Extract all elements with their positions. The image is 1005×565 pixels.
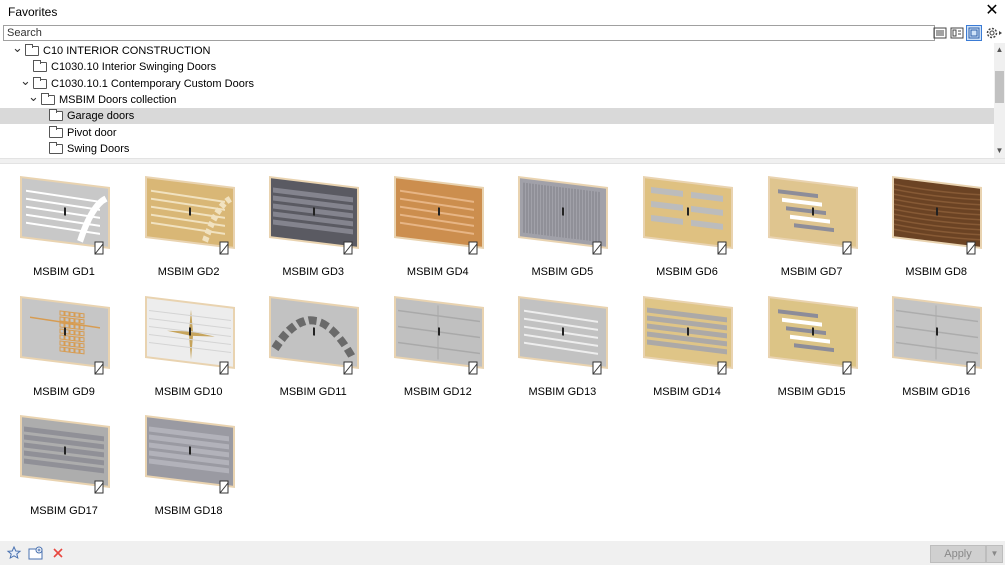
door-item-label: MSBIM GD8 — [905, 266, 968, 278]
door-item[interactable]: MSBIM GD14 — [625, 290, 749, 402]
door-item[interactable]: MSBIM GD5 — [500, 170, 624, 282]
folder-icon — [33, 60, 47, 73]
door-item-label: MSBIM GD11 — [279, 385, 347, 398]
door-preview-image — [874, 170, 998, 255]
door-item[interactable]: MSBIM GD2 — [127, 170, 251, 282]
settings-gear-icon[interactable] — [984, 25, 1004, 41]
detail-view-icon[interactable] — [949, 25, 965, 41]
new-folder-icon[interactable] — [28, 545, 44, 561]
door-preview-image — [750, 170, 874, 255]
folder-tree: ⌄ C10 INTERIOR CONSTRUCTION C1030.10 Inter… — [0, 43, 1005, 158]
tree-row-label: C1030.10.1 Contemporary Custom Doors — [51, 77, 254, 90]
scroll-down-icon[interactable]: ▼ — [994, 146, 1005, 156]
door-item-label: MSBIM GD17 — [30, 505, 98, 517]
search-row — [0, 24, 1005, 42]
door-item-label: MSBIM GD16 — [902, 385, 971, 398]
door-preview-image — [2, 409, 126, 494]
door-item[interactable]: MSBIM GD4 — [376, 170, 500, 282]
preview-view-icon[interactable] — [966, 25, 982, 41]
door-item-label: MSBIM GD6 — [656, 266, 718, 278]
tree-row-label: Swing Doors — [67, 142, 130, 155]
folder-icon — [25, 44, 39, 56]
tree-row-label: MSBIM Doors collection — [59, 93, 177, 106]
tree-row[interactable]: ⌄ C1030.10.1 Contemporary Custom Doors — [0, 74, 994, 92]
door-item[interactable]: MSBIM GD9 — [2, 290, 126, 402]
door-item-label: MSBIM GD14 — [653, 385, 721, 398]
close-icon[interactable]: ✕ — [983, 2, 1001, 20]
tree-row-label: Pivot door — [67, 126, 117, 139]
tree-row[interactable]: C1030.10 Interior Swinging Doors — [0, 59, 994, 75]
window-title: Favorites — [8, 5, 58, 19]
add-favorite-icon[interactable] — [6, 545, 22, 561]
tree-row[interactable]: Garage doors — [0, 108, 994, 125]
door-preview-image — [500, 170, 624, 255]
expand-chevron-icon[interactable]: ⌄ — [28, 90, 39, 108]
tree-row-label: Garage doors — [67, 110, 135, 123]
door-preview-image — [2, 290, 126, 375]
door-item-label: MSBIM GD18 — [154, 505, 223, 517]
door-item-label: MSBIM GD13 — [528, 385, 597, 398]
door-preview-image — [376, 170, 500, 255]
door-item[interactable]: MSBIM GD8 — [874, 170, 998, 282]
search-input[interactable] — [3, 25, 935, 41]
tree-row-label: C1030.10 Interior Swinging Doors — [51, 61, 217, 74]
door-item[interactable]: MSBIM GD16 — [874, 290, 998, 402]
list-view-icon[interactable] — [932, 25, 948, 41]
pane-splitter[interactable] — [0, 158, 1005, 164]
folder-icon — [49, 109, 63, 122]
tree-row[interactable]: ⌄ MSBIM Doors collection — [0, 90, 994, 108]
folder-icon — [41, 92, 55, 105]
door-item-label: MSBIM GD15 — [777, 385, 846, 398]
scroll-up-icon[interactable]: ▲ — [994, 45, 1005, 55]
title-bar: Favorites ✕ — [0, 0, 1005, 22]
door-item-label: MSBIM GD9 — [33, 385, 95, 398]
door-preview-image — [251, 170, 375, 255]
door-item[interactable]: MSBIM GD11 — [251, 290, 375, 402]
door-item-label: MSBIM GD12 — [403, 385, 472, 398]
tree-row[interactable]: Pivot door — [0, 125, 994, 141]
door-item-label: MSBIM GD10 — [154, 385, 223, 398]
door-item[interactable]: MSBIM GD18 — [127, 409, 251, 521]
door-preview-image — [625, 170, 749, 255]
door-preview-image — [500, 290, 624, 375]
door-preview-image — [874, 290, 998, 375]
apply-button[interactable]: Apply — [930, 545, 986, 563]
delete-icon[interactable] — [50, 545, 66, 561]
door-preview-image — [625, 290, 749, 375]
door-item-label: MSBIM GD4 — [406, 266, 469, 278]
door-preview-image — [750, 290, 874, 375]
door-item[interactable]: MSBIM GD12 — [376, 290, 500, 402]
door-item[interactable]: MSBIM GD15 — [750, 290, 874, 402]
folder-icon — [49, 141, 63, 154]
door-item[interactable]: MSBIM GD17 — [2, 409, 126, 521]
door-preview-image — [127, 170, 251, 255]
door-item[interactable]: MSBIM GD13 — [500, 290, 624, 402]
bottom-toolbar: Apply ▼ — [0, 541, 1005, 565]
folder-icon — [49, 125, 63, 138]
door-item-label: MSBIM GD7 — [780, 266, 843, 278]
door-item[interactable]: MSBIM GD1 — [2, 170, 126, 282]
door-preview-image — [376, 290, 500, 375]
scrollbar-thumb[interactable] — [995, 71, 1004, 103]
door-item-label: MSBIM GD3 — [282, 266, 345, 278]
door-item[interactable]: MSBIM GD7 — [750, 170, 874, 282]
door-item[interactable]: MSBIM GD6 — [625, 170, 749, 282]
expand-chevron-icon[interactable]: ⌄ — [12, 43, 23, 59]
door-item-label: MSBIM GD2 — [157, 266, 220, 278]
apply-dropdown-icon[interactable]: ▼ — [986, 545, 1003, 563]
door-preview-image — [127, 290, 251, 375]
door-item-label: MSBIM GD1 — [33, 266, 95, 278]
door-item[interactable]: MSBIM GD10 — [127, 290, 251, 402]
tree-row[interactable]: ⌄ C10 INTERIOR CONSTRUCTION — [0, 43, 994, 59]
door-preview-image — [127, 409, 251, 494]
door-item-label: MSBIM GD5 — [531, 266, 594, 278]
folder-icon — [33, 76, 47, 89]
favorites-grid: MSBIM GD1 MSBIM GD2 MSBIM GD3 MSBIM GD4 … — [0, 170, 1005, 538]
tree-scrollbar[interactable]: ▲ ▼ — [994, 43, 1005, 158]
door-preview-image — [2, 170, 126, 255]
door-preview-image — [251, 290, 375, 375]
tree-row-label: C10 INTERIOR CONSTRUCTION — [43, 45, 211, 57]
tree-row[interactable]: Swing Doors — [0, 141, 994, 157]
door-item[interactable]: MSBIM GD3 — [251, 170, 375, 282]
